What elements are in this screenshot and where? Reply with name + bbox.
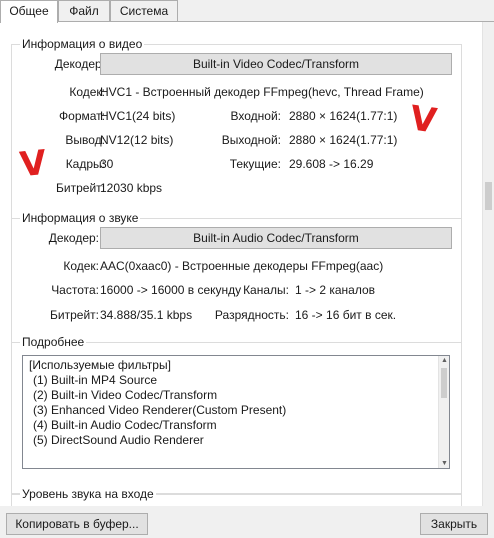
audio-freq-label: Частота: <box>51 283 99 297</box>
copy-to-clipboard-button[interactable]: Копировать в буфер... <box>6 513 148 535</box>
video-outsize-label: Выходной: <box>221 133 281 147</box>
details-line: [Используемые фильтры] <box>29 358 171 372</box>
video-decoder-button[interactable]: Built-in Video Codec/Transform <box>100 53 452 75</box>
audio-channels-value: 1 -> 2 каналов <box>295 283 376 297</box>
video-frames-value: 30 <box>100 157 114 171</box>
red-check-mark: V <box>17 142 49 186</box>
tab-panel-general: Информация о видео Декодер: Built-in Vid… <box>0 21 494 506</box>
close-button[interactable]: Закрыть <box>420 513 488 535</box>
video-bitrate-label: Битрейт: <box>56 181 105 195</box>
video-decoder-label: Декодер: <box>54 57 105 71</box>
video-input-label: Входной: <box>230 109 281 123</box>
video-info-title: Информация о видео <box>20 37 145 51</box>
audio-info-title: Информация о звуке <box>20 211 141 225</box>
details-line: (2) Built-in Video Codec/Transform <box>33 388 218 402</box>
audio-decoder-label: Декодер: <box>48 231 99 245</box>
video-bitrate-value: 12030 kbps <box>100 181 163 195</box>
audio-freq-value: 16000 -> 16000 в секунду <box>100 283 242 297</box>
tab-system[interactable]: Система <box>110 0 178 21</box>
details-scrollbar[interactable]: ▲ ▼ <box>438 356 449 468</box>
details-line: (4) Built-in Audio Codec/Transform <box>33 418 217 432</box>
input-level-group: Уровень звука на входе <box>11 487 462 506</box>
video-current-label: Текущие: <box>229 157 281 171</box>
video-output-value: NV12(12 bits) <box>100 133 174 147</box>
tab-strip: Общее Файл Система <box>0 0 494 23</box>
audio-codec-label: Кодек: <box>63 259 99 273</box>
video-codec-value: HVC1 - Встроенный декодер FFmpeg(hevc, T… <box>100 85 424 99</box>
panel-scrollbar[interactable] <box>482 22 494 506</box>
details-title: Подробнее <box>20 335 87 349</box>
details-line: (3) Enhanced Video Renderer(Custom Prese… <box>33 403 287 417</box>
tab-file[interactable]: Файл <box>58 0 110 21</box>
audio-bitrate-label: Битрейт: <box>50 308 99 322</box>
tab-general[interactable]: Общее <box>0 0 58 23</box>
scroll-down-arrow-icon[interactable]: ▼ <box>441 460 448 467</box>
red-check-mark: V <box>407 98 439 142</box>
audio-bits-label: Разрядность: <box>214 308 289 322</box>
video-current-value: 29.608 -> 16.29 <box>289 157 374 171</box>
panel-scroll-thumb[interactable] <box>485 182 492 210</box>
scroll-up-arrow-icon[interactable]: ▲ <box>441 357 448 364</box>
video-outsize-value: 2880 × 1624(1.77:1) <box>289 133 398 147</box>
audio-info-group: Информация о звуке Декодер: Built-in Aud… <box>11 211 462 344</box>
audio-channels-label: Каналы: <box>243 283 289 297</box>
details-group: Подробнее [Используемые фильтры] (1) Bui… <box>11 335 462 494</box>
audio-decoder-button[interactable]: Built-in Audio Codec/Transform <box>100 227 452 249</box>
details-line: (1) Built-in MP4 Source <box>33 373 158 387</box>
details-line: (5) DirectSound Audio Renderer <box>33 433 204 447</box>
audio-bitrate-value: 34.888/35.1 kbps <box>100 308 193 322</box>
video-info-group: Информация о видео Декодер: Built-in Vid… <box>11 37 462 222</box>
audio-codec-value: AAC(0xaac0) - Встроенные декодеры FFmpeg… <box>100 259 384 273</box>
video-input-value: 2880 × 1624(1.77:1) <box>289 109 398 123</box>
video-format-value: HVC1(24 bits) <box>100 109 176 123</box>
input-level-title: Уровень звука на входе <box>20 487 156 501</box>
details-scroll-thumb[interactable] <box>441 368 447 398</box>
video-format-label: Формат: <box>59 109 105 123</box>
details-listbox[interactable]: [Используемые фильтры] (1) Built-in MP4 … <box>22 355 450 469</box>
audio-bits-value: 16 -> 16 бит в сек. <box>295 308 397 322</box>
